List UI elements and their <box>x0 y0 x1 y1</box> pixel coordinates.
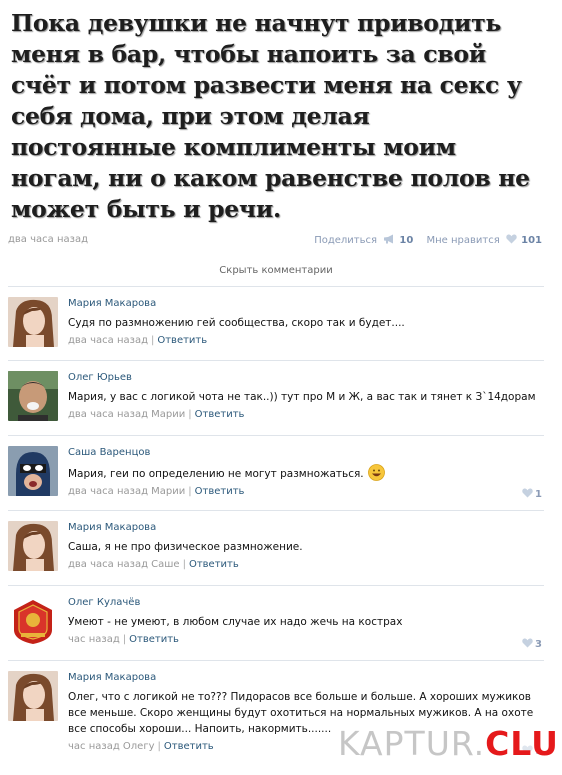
avatar[interactable] <box>8 671 58 721</box>
separator: | <box>157 741 161 752</box>
comment-text: Судя по размножению гей сообщества, скор… <box>68 317 405 329</box>
comment-body: Саша Варенцов Мария, геи по определению … <box>68 446 542 499</box>
comment-like-count: 1 <box>535 489 542 500</box>
comment-time[interactable]: два часа назад Марии <box>68 486 185 497</box>
comment-text: Саша, я не про физическое размножение. <box>68 541 303 553</box>
heart-icon <box>522 488 533 498</box>
watermark-text: KAPTUR. <box>338 724 486 763</box>
reply-button[interactable]: Ответить <box>129 634 179 645</box>
comment-author[interactable]: Мария Макарова <box>68 297 542 311</box>
comment-meta: два часа назад Саше | Ответить <box>68 558 542 572</box>
comment-body: Мария Макарова Судя по размножению гей с… <box>68 297 542 348</box>
avatar[interactable] <box>8 446 58 496</box>
post-text: Пока девушки не начнут приводить меня в … <box>11 9 530 223</box>
comment-meta: два часа назад | Ответить <box>68 334 542 348</box>
avatar[interactable] <box>8 521 58 571</box>
reply-button[interactable]: Ответить <box>195 409 245 420</box>
share-count: 10 <box>399 235 414 246</box>
comment-time[interactable]: час назад <box>68 634 120 645</box>
reply-button[interactable]: Ответить <box>189 559 239 570</box>
comment-time[interactable]: два часа назад Саше <box>68 559 180 570</box>
avatar[interactable] <box>8 297 58 347</box>
comment-author[interactable]: Олег Юрьев <box>68 371 542 385</box>
comment-author[interactable]: Мария Макарова <box>68 521 542 535</box>
comment: Саша Варенцов Мария, геи по определению … <box>8 436 544 511</box>
heart-icon <box>506 234 517 244</box>
reply-button[interactable]: Ответить <box>164 741 214 752</box>
like-button[interactable]: Мне нравится 101 <box>426 234 542 246</box>
comment: Мария Макарова Судя по размножению гей с… <box>8 287 544 361</box>
avatar-image <box>8 521 58 571</box>
avatar-image <box>8 371 58 421</box>
comment-author[interactable]: Олег Кулачёв <box>68 596 542 610</box>
avatar-image <box>8 297 58 347</box>
watermark-club: CLUB <box>485 724 562 763</box>
avatar-image <box>8 671 58 721</box>
comment-body: Олег Кулачёв Умеют - не умеют, в любом с… <box>68 596 542 647</box>
post-meta: два часа назад Поделиться 10 Мне нравитс… <box>8 234 542 248</box>
comment-meta: два часа назад Марии | Ответить <box>68 408 542 422</box>
comment-time[interactable]: час назад Олегу <box>68 741 155 752</box>
avatar-image <box>8 446 58 496</box>
separator: | <box>182 559 186 570</box>
comment-time[interactable]: два часа назад <box>68 335 148 346</box>
comment-like-button[interactable]: 1 <box>522 488 542 500</box>
comment-text: Умеют - не умеют, в любом случае их надо… <box>68 616 403 628</box>
separator: | <box>188 409 192 420</box>
post-actions: Поделиться 10 Мне нравится 101 <box>304 234 542 246</box>
comment-text: Мария, геи по определению не могут размн… <box>68 468 364 480</box>
comment-author[interactable]: Мария Макарова <box>68 671 542 685</box>
heart-icon <box>522 638 533 648</box>
comment-like-button[interactable]: 3 <box>522 638 542 650</box>
share-button[interactable]: Поделиться 10 <box>314 234 413 246</box>
post-time[interactable]: два часа назад <box>8 234 88 245</box>
comment-like-count: 3 <box>535 639 542 650</box>
separator: | <box>150 335 155 346</box>
comment: Олег Юрьев Мария, у вас с логикой чота н… <box>8 361 544 436</box>
avatar-image <box>8 596 58 646</box>
avatar[interactable] <box>8 371 58 421</box>
separator: | <box>188 486 192 497</box>
comment-text-row: Мария, геи по определению не могут размн… <box>68 464 542 482</box>
comment: Олег Кулачёв Умеют - не умеют, в любом с… <box>8 586 544 661</box>
like-count: 101 <box>521 235 542 246</box>
avatar[interactable] <box>8 596 58 646</box>
comment-author[interactable]: Саша Варенцов <box>68 446 542 460</box>
separator: | <box>122 634 127 645</box>
comment-meta: час назад | Ответить <box>68 633 542 647</box>
reply-button[interactable]: Ответить <box>195 486 245 497</box>
hide-comments-link[interactable]: Скрыть комментарии <box>8 260 544 287</box>
comment-body: Мария Макарова Саша, я не про физическое… <box>68 521 542 572</box>
watermark-logo: KAPTUR.CLUB <box>334 726 562 762</box>
comment-time[interactable]: два часа назад Марии <box>68 409 185 420</box>
megaphone-icon <box>384 234 394 244</box>
comment-text: Мария, у вас с логикой чота не так..)) т… <box>68 391 536 403</box>
share-label: Поделиться <box>314 235 378 246</box>
reply-button[interactable]: Ответить <box>157 335 207 346</box>
comment-body: Олег Юрьев Мария, у вас с логикой чота н… <box>68 371 542 422</box>
comment-meta: два часа назад Марии | Ответить <box>68 485 542 499</box>
comment: Мария Макарова Саша, я не про физическое… <box>8 511 544 586</box>
like-label: Мне нравится <box>426 235 500 246</box>
smile-emoji-icon <box>367 464 385 481</box>
